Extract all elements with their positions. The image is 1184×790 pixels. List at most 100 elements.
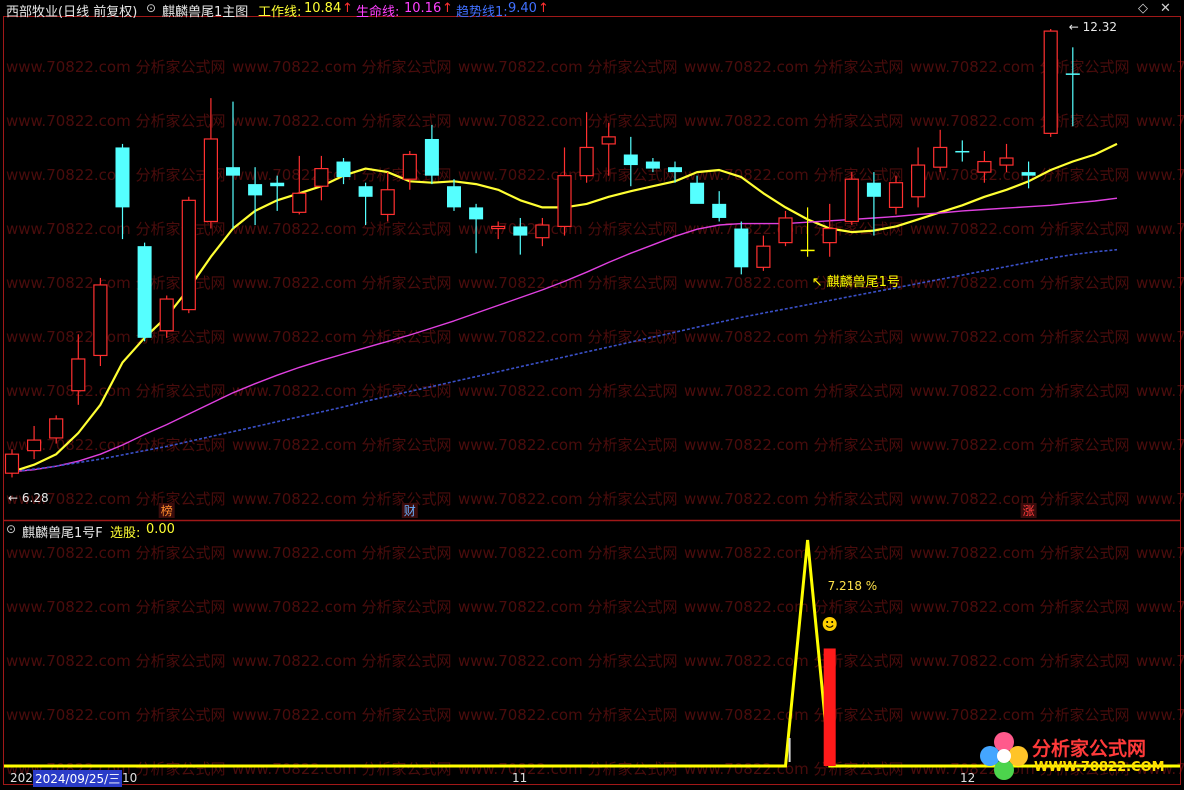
candle-body (1021, 172, 1036, 176)
watermark-text: www.70822.com 分析家公式网 (910, 544, 1130, 562)
candle-body (181, 199, 196, 311)
watermark-text: www.70822.com 分析家公式网 (910, 706, 1130, 724)
candle-body (734, 228, 749, 268)
watermark-text: www.70822.com 分析家公式网 (6, 112, 226, 130)
close-icon[interactable]: ✕ (1160, 1, 1171, 16)
watermark-text: www.70822.com 分析家公式网 (232, 490, 452, 508)
axis-month-11: 11 (512, 771, 528, 785)
candle (778, 210, 793, 247)
watermark-text: www.70822.com 分析家公式网 (6, 544, 226, 562)
candle (756, 235, 771, 271)
watermark-text: www.70822.com 分析家公式网 (1136, 598, 1184, 616)
candle-body (137, 246, 152, 338)
watermark-text: www.70822.com 分析家公式网 (458, 760, 678, 778)
candle-body (447, 186, 461, 208)
watermark-text: www.70822.com 分析家公式网 (232, 382, 452, 400)
candle-body (292, 192, 307, 213)
candle-body (668, 167, 682, 173)
watermark-text: www.70822.com 分析家公式网 (910, 490, 1130, 508)
watermark-text: www.70822.com 分析家公式网 (458, 544, 678, 562)
candle-body (203, 138, 218, 223)
event-marker: 涨 (1023, 503, 1035, 518)
watermark-text: www.70822.com 分析家公式网 (910, 220, 1130, 238)
watermark-text: www.70822.com 分析家公式网 (458, 328, 678, 346)
diamond-icon[interactable]: ◇ (1138, 1, 1148, 16)
watermark-text: www.70822.com 分析家公式网 (910, 652, 1130, 670)
watermark-text: www.70822.com 分析家公式网 (910, 58, 1130, 76)
candle-body (248, 184, 263, 196)
candle-body (469, 207, 484, 220)
stock-chart-window[interactable]: www.70822.com 分析家公式网 www.70822.com 分析家公式网… (0, 0, 1184, 790)
signal-bar (823, 648, 836, 766)
chevron-down-icon[interactable]: ⊙ (6, 522, 16, 536)
watermark-text: www.70822.com 分析家公式网 (1136, 274, 1184, 292)
candlestick-series (4, 28, 1080, 478)
axis-fragment-month: 10 (122, 771, 138, 785)
smiley-icon (822, 617, 837, 631)
watermark-text: www.70822.com 分析家公式网 (458, 598, 678, 616)
candle (910, 147, 926, 208)
candle-body (402, 153, 417, 180)
watermark-text: www.70822.com 分析家公式网 (6, 706, 226, 724)
watermark-text: www.70822.com 分析家公式网 (232, 652, 452, 670)
watermark-text: www.70822.com 分析家公式网 (910, 166, 1130, 184)
watermark-text: www.70822.com 分析家公式网 (684, 112, 904, 130)
candle-body (977, 160, 992, 173)
price-high-label: ← 12.32 (1069, 20, 1117, 34)
candle (933, 129, 948, 173)
watermark-text: www.70822.com 分析家公式网 (6, 58, 226, 76)
watermark-text: www.70822.com 分析家公式网 (232, 328, 452, 346)
watermark-text: www.70822.com 分析家公式网 (232, 544, 452, 562)
candle (137, 242, 152, 342)
watermark-text: www.70822.com 分析家公式网 (6, 598, 226, 616)
watermark-text: www.70822.com 分析家公式网 (458, 112, 678, 130)
main-chart-svg[interactable]: www.70822.com 分析家公式网 www.70822.com 分析家公式网… (0, 0, 1184, 790)
candle (844, 172, 859, 226)
watermark-text: www.70822.com 分析家公式网 (684, 490, 904, 508)
watermark-text: www.70822.com 分析家公式网 (6, 382, 226, 400)
chevron-down-icon[interactable]: ⊙ (146, 1, 156, 15)
candle-body (645, 161, 660, 169)
candle-body (557, 175, 572, 228)
watermark-text: www.70822.com 分析家公式网 (910, 598, 1130, 616)
candle-body (1043, 30, 1058, 134)
candle-body (756, 245, 771, 268)
watermark-text: www.70822.com 分析家公式网 (232, 436, 452, 454)
sub-indicator-name[interactable]: 麒麟兽尾1号F (22, 522, 103, 541)
watermark-text: www.70822.com 分析家公式网 (910, 112, 1130, 130)
candle (712, 191, 727, 222)
axis-month-12: 12 (960, 771, 976, 785)
candle-body (424, 138, 439, 176)
watermark-text: www.70822.com 分析家公式网 (232, 598, 452, 616)
main-indicator-name[interactable]: 麒麟兽尾1主图 (162, 1, 248, 20)
date-cursor-label: 2024/09/25/三 (33, 770, 123, 787)
candle-body (800, 249, 815, 252)
life-line-value: 10.16 (404, 1, 442, 16)
watermark-text: www.70822.com 分析家公式网 (1136, 112, 1184, 130)
watermark-text: www.70822.com 分析家公式网 (458, 382, 678, 400)
candle (292, 155, 307, 215)
smiley-icon-eye (831, 621, 834, 623)
watermark-text: www.70822.com 分析家公式网 (1136, 706, 1184, 724)
trend-line-value: 9.40 (508, 1, 537, 16)
candle-body (93, 284, 108, 357)
event-marker: 榜 (161, 503, 173, 518)
candle-body (933, 146, 948, 168)
stock-title: 西部牧业(日线 前复权) (6, 5, 138, 20)
candle (557, 147, 572, 236)
watermark-text: www.70822.com 分析家公式网 (1136, 544, 1184, 562)
candle (314, 155, 329, 201)
watermark-text: www.70822.com 分析家公式网 (458, 58, 678, 76)
candle-body (336, 161, 351, 178)
candle-body (623, 154, 638, 166)
candle-body (4, 453, 20, 474)
candle-body (535, 224, 550, 239)
candle-body (999, 157, 1014, 166)
candle-body (601, 136, 616, 145)
candle-body (844, 178, 859, 223)
candle-body (115, 147, 130, 208)
watermark-text: www.70822.com 分析家公式网 (1136, 652, 1184, 670)
candle-body (270, 182, 285, 187)
watermark-text: www.70822.com 分析家公式网 (458, 490, 678, 508)
trend-line-label: 趋势线1: (456, 5, 508, 20)
